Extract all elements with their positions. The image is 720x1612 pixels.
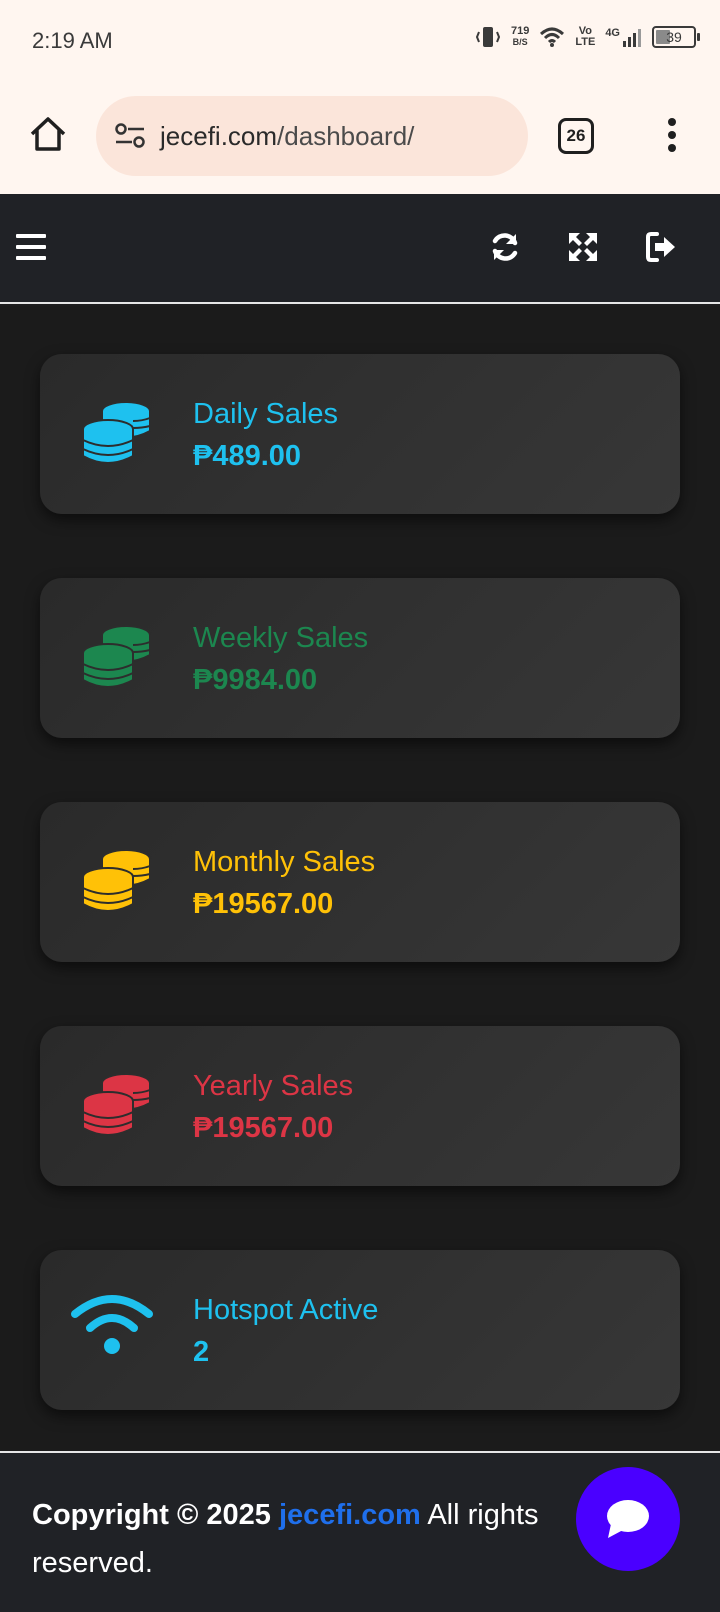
chat-bubble-icon <box>607 1500 649 1538</box>
card-value: ₱19567.00 <box>193 888 334 920</box>
daily-sales-card: Daily Sales ₱489.00 <box>40 354 680 514</box>
status-time: 2:19 AM <box>32 28 113 53</box>
copyright-text: Copyright © 2025 jecefi.com All rights r… <box>32 1491 612 1587</box>
status-icons: 719 B/S Vo LTE 4G 39 <box>475 24 700 50</box>
copyright-label: Copyright © 2025 <box>32 1499 271 1531</box>
yearly-sales-card: Yearly Sales ₱19567.00 <box>40 1026 680 1186</box>
status-bar: 2:19 AM 719 B/S Vo LTE 4G 39 <box>0 0 720 82</box>
card-value: ₱19567.00 <box>193 1112 334 1144</box>
coins-icon <box>82 849 151 912</box>
url-text[interactable]: jecefi.com/dashboard/ <box>160 121 414 152</box>
dashboard-content: Daily Sales ₱489.00 Weekly Sales ₱9984.0… <box>0 306 720 1451</box>
address-bar[interactable]: jecefi.com/dashboard/ <box>96 96 528 176</box>
url-domain: jecefi.com <box>160 120 278 151</box>
network-type: 4G <box>605 27 620 39</box>
vibrate-icon <box>475 27 501 47</box>
card-value: ₱489.00 <box>193 440 302 472</box>
card-label: Yearly Sales <box>193 1070 354 1102</box>
home-icon[interactable] <box>28 114 68 154</box>
card-value: ₱9984.00 <box>193 664 318 696</box>
net-speed-unit: B/S <box>512 37 528 47</box>
volte-indicator: Vo LTE <box>575 26 595 48</box>
card-value: 2 <box>193 1336 210 1368</box>
card-label: Daily Sales <box>193 398 339 430</box>
signal-icon <box>623 29 641 47</box>
wifi-icon <box>71 1295 153 1354</box>
coins-icon <box>82 625 151 688</box>
site-settings-icon[interactable] <box>114 122 146 150</box>
wifi-status-icon <box>540 27 565 47</box>
footer-site-link[interactable]: jecefi.com <box>279 1499 421 1531</box>
url-path: /dashboard/ <box>277 120 415 151</box>
refresh-icon[interactable] <box>488 230 522 264</box>
fullscreen-icon[interactable] <box>566 230 600 264</box>
footer: Copyright © 2025 jecefi.com All rights r… <box>0 1451 720 1612</box>
net-speed: 719 B/S <box>511 26 529 48</box>
battery-indicator: 39 <box>652 26 700 48</box>
app-header <box>0 194 720 304</box>
card-label: Weekly Sales <box>193 622 369 654</box>
more-options-icon[interactable] <box>664 116 680 156</box>
signal-indicator: 4G <box>605 27 642 47</box>
tab-switcher-button[interactable]: 26 <box>558 118 594 154</box>
monthly-sales-card: Monthly Sales ₱19567.00 <box>40 802 680 962</box>
net-speed-value: 719 <box>510 25 530 37</box>
chat-button[interactable] <box>576 1467 680 1571</box>
weekly-sales-card: Weekly Sales ₱9984.00 <box>40 578 680 738</box>
hotspot-active-card: Hotspot Active 2 <box>40 1250 680 1410</box>
card-label: Hotspot Active <box>193 1294 379 1326</box>
logout-icon[interactable] <box>644 230 678 264</box>
battery-level: 39 <box>666 29 682 45</box>
coins-icon <box>82 1073 151 1136</box>
hamburger-menu-icon[interactable] <box>16 234 46 260</box>
coins-icon <box>82 401 151 464</box>
card-label: Monthly Sales <box>193 846 376 878</box>
browser-toolbar: jecefi.com/dashboard/ 26 <box>0 82 720 194</box>
volte-bottom: LTE <box>575 36 596 48</box>
